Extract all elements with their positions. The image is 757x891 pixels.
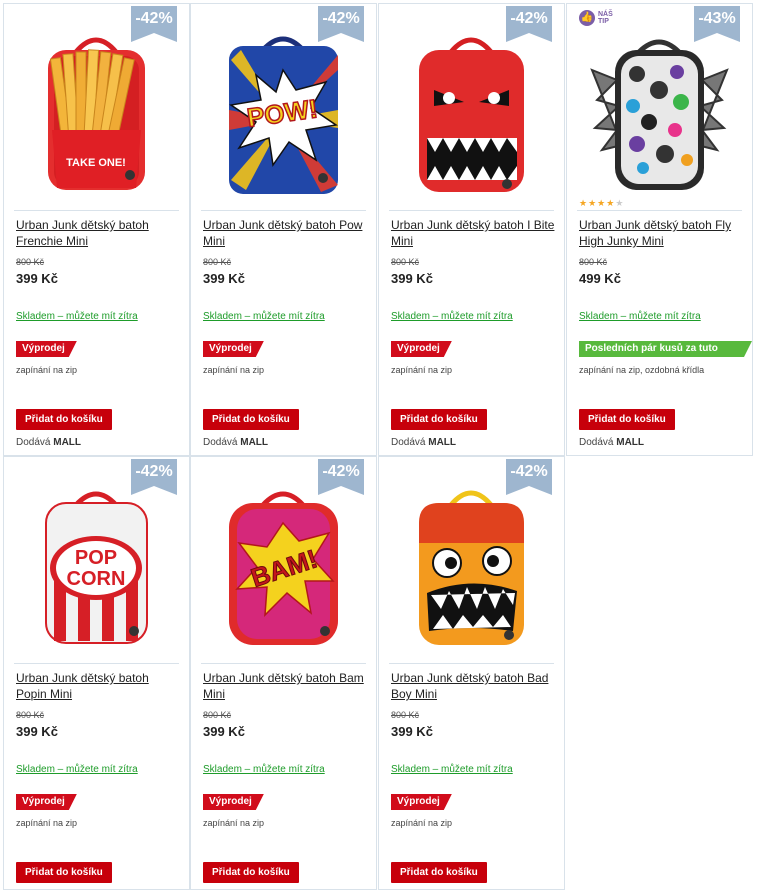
seller-prefix: Dodává xyxy=(16,437,51,448)
sale-flag: Výprodej xyxy=(16,794,77,810)
product-image-ibite-backpack[interactable] xyxy=(389,10,554,200)
add-to-cart-button[interactable]: Přidat do košíku xyxy=(579,409,675,430)
divider xyxy=(201,663,366,664)
product-card[interactable]: 👍 NÁŠ TIP -43% ★★★★★ Urban Junk dětský ba… xyxy=(566,3,753,456)
add-to-cart-button[interactable]: Přidat do košíku xyxy=(203,409,299,430)
tip-label-line-2: TIP xyxy=(598,18,609,25)
product-title-link[interactable]: Urban Junk dětský batoh Pow Mini xyxy=(203,217,368,249)
product-title-link[interactable]: Urban Junk dětský batoh Fly High Junky M… xyxy=(579,217,744,249)
divider xyxy=(577,210,742,211)
product-card[interactable]: -42% Urban Junk dětský batoh I Bite Mini… xyxy=(378,3,565,456)
add-to-cart-button[interactable]: Přidat do košíku xyxy=(203,862,299,883)
price: 399 Kč xyxy=(391,724,433,739)
product-image-popcorn-backpack[interactable]: POP CORN xyxy=(14,463,179,653)
seller-info: Dodává MALL xyxy=(391,437,456,448)
star-icon: ★ xyxy=(579,198,589,208)
product-image-bam-backpack[interactable]: BAM! xyxy=(201,463,366,653)
popcorn-print-text-corn: CORN xyxy=(67,568,126,590)
product-grid: TAKE ONE! -42% Urban Junk dětský batoh F… xyxy=(0,0,757,891)
seller-prefix: Dodává xyxy=(203,437,238,448)
sale-flag: Výprodej xyxy=(16,341,77,357)
product-image-fries-backpack[interactable]: TAKE ONE! xyxy=(14,10,179,200)
tip-label: NÁŠ TIP xyxy=(598,11,616,25)
add-to-cart-button[interactable]: Přidat do košíku xyxy=(16,862,112,883)
seller-name: MALL xyxy=(53,437,82,448)
tip-label-line-1: NÁŠ xyxy=(598,11,613,18)
price: 399 Kč xyxy=(203,724,245,739)
stock-status-link[interactable]: Skladem – můžete mít zítra xyxy=(203,311,325,322)
sale-flag: Výprodej xyxy=(391,794,452,810)
seller-info: Dodává MALL xyxy=(16,437,81,448)
variant-info: zapínání na zip xyxy=(16,365,78,375)
seller-info: Dodává MALL xyxy=(579,437,644,448)
stock-status-link[interactable]: Skladem – můžete mít zítra xyxy=(391,764,513,775)
divider xyxy=(389,210,554,211)
seller-info: Dodává MALL xyxy=(203,437,268,448)
rating-stars: ★★★★★ xyxy=(579,198,624,209)
product-card[interactable]: -42% Urban Junk dětský batoh Bad Boy Min… xyxy=(378,456,565,890)
add-to-cart-button[interactable]: Přidat do košíku xyxy=(391,862,487,883)
add-to-cart-button[interactable]: Přidat do košíku xyxy=(391,409,487,430)
seller-prefix: Dodává xyxy=(579,437,614,448)
product-card[interactable]: POP CORN -42% Urban Junk dětský batoh Po… xyxy=(3,456,190,890)
product-image-flyhigh-backpack[interactable] xyxy=(577,10,742,200)
seller-name: MALL xyxy=(240,437,269,448)
variant-info: zapínání na zip xyxy=(203,818,265,828)
old-price: 800 Kč xyxy=(16,710,45,720)
star-icon: ★ xyxy=(588,198,598,208)
old-price: 800 Kč xyxy=(391,257,420,267)
stock-status-link[interactable]: Skladem – můžete mít zítra xyxy=(16,311,138,322)
product-title-link[interactable]: Urban Junk dětský batoh Frenchie Mini xyxy=(16,217,181,249)
product-title-link[interactable]: Urban Junk dětský batoh Bad Boy Mini xyxy=(391,670,556,702)
variant-info: zapínání na zip xyxy=(203,365,265,375)
product-card[interactable]: BAM! -42% Urban Junk dětský batoh Bam Mi… xyxy=(190,456,377,890)
price: 499 Kč xyxy=(579,271,621,286)
old-price: 800 Kč xyxy=(203,710,232,720)
variant-info: zapínání na zip xyxy=(391,818,453,828)
product-title-link[interactable]: Urban Junk dětský batoh Bam Mini xyxy=(203,670,368,702)
old-price: 800 Kč xyxy=(16,257,45,267)
old-price: 800 Kč xyxy=(579,257,608,267)
product-image-pow-backpack[interactable]: POW! xyxy=(201,10,366,200)
stock-status-link[interactable]: Skladem – můžete mít zítra xyxy=(203,764,325,775)
stock-status-link[interactable]: Skladem – můžete mít zítra xyxy=(391,311,513,322)
thumbs-up-icon: 👍 xyxy=(579,10,595,26)
product-title-link[interactable]: Urban Junk dětský batoh Popin Mini xyxy=(16,670,181,702)
sale-flag: Výprodej xyxy=(391,341,452,357)
fries-print-text: TAKE ONE! xyxy=(66,157,126,169)
product-card[interactable]: TAKE ONE! -42% Urban Junk dětský batoh F… xyxy=(3,3,190,456)
star-icon: ★ xyxy=(597,198,607,208)
product-card[interactable]: POW! -42% Urban Junk dětský batoh Pow Mi… xyxy=(190,3,377,456)
price: 399 Kč xyxy=(16,271,58,286)
last-pieces-flag: Posledních pár kusů za tuto cenu! xyxy=(579,341,752,357)
old-price: 800 Kč xyxy=(391,710,420,720)
price: 399 Kč xyxy=(391,271,433,286)
sale-flag: Výprodej xyxy=(203,794,264,810)
old-price: 800 Kč xyxy=(203,257,232,267)
divider xyxy=(389,663,554,664)
add-to-cart-button[interactable]: Přidat do košíku xyxy=(16,409,112,430)
product-image-badboy-backpack[interactable] xyxy=(389,463,554,653)
popcorn-print-text-pop: POP xyxy=(75,547,117,569)
stock-status-link[interactable]: Skladem – můžete mít zítra xyxy=(16,764,138,775)
price: 399 Kč xyxy=(203,271,245,286)
divider xyxy=(14,210,179,211)
variant-info: zapínání na zip xyxy=(391,365,453,375)
sale-flag: Výprodej xyxy=(203,341,264,357)
divider xyxy=(201,210,366,211)
price: 399 Kč xyxy=(16,724,58,739)
stock-status-link[interactable]: Skladem – můžete mít zítra xyxy=(579,311,701,322)
variant-info: zapínání na zip xyxy=(16,818,78,828)
product-title-link[interactable]: Urban Junk dětský batoh I Bite Mini xyxy=(391,217,556,249)
star-empty-icon: ★ xyxy=(615,198,625,208)
seller-name: MALL xyxy=(616,437,645,448)
seller-name: MALL xyxy=(428,437,457,448)
variant-info: zapínání na zip, ozdobná křídla xyxy=(579,365,705,375)
seller-prefix: Dodává xyxy=(391,437,426,448)
star-icon: ★ xyxy=(606,198,616,208)
divider xyxy=(14,663,179,664)
our-tip-badge: 👍 NÁŠ TIP xyxy=(579,10,616,26)
